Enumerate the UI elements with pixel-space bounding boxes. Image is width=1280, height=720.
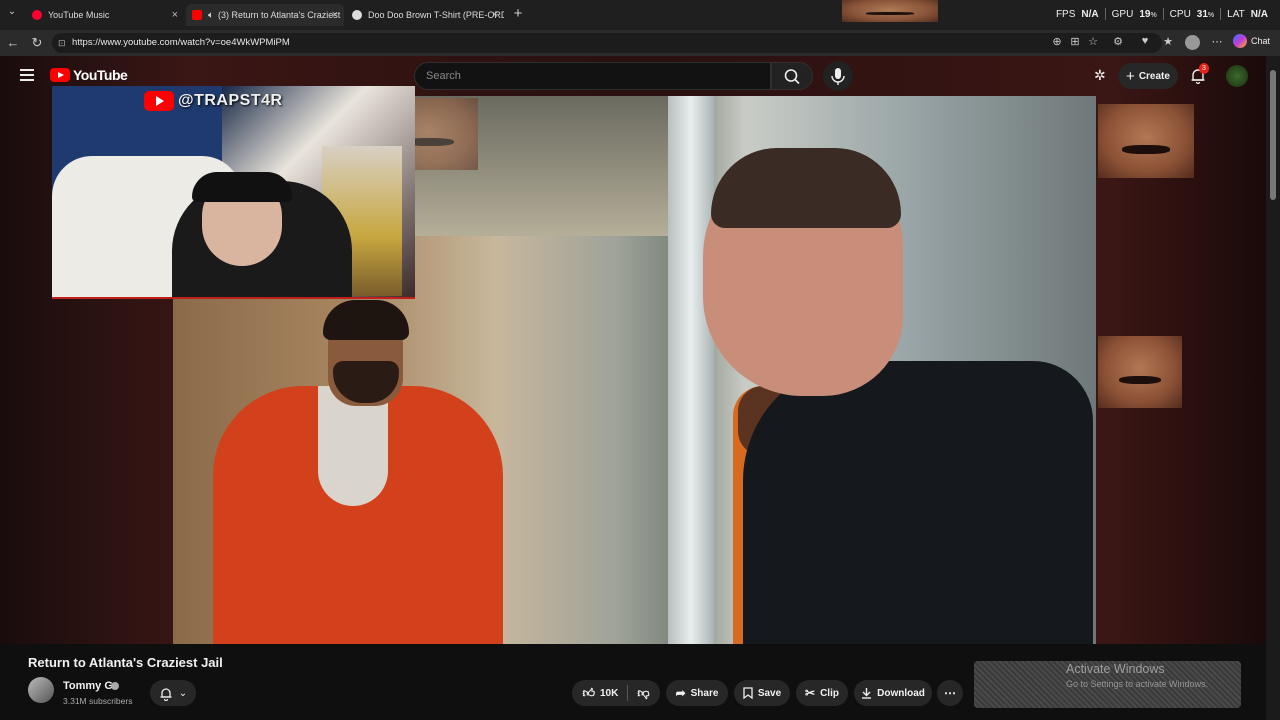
- page-scrollbar-thumb[interactable]: [1270, 70, 1276, 200]
- more-horizontal-icon: ⋯: [944, 686, 956, 700]
- youtube-logo-icon: [50, 68, 70, 82]
- tab-doo-doo-brown[interactable]: Doo Doo Brown T-Shirt (PRE-ORD ×: [346, 4, 504, 26]
- search-input[interactable]: Search: [414, 62, 771, 90]
- cpu-value: 31: [1196, 8, 1208, 20]
- channel-name[interactable]: Tommy G: [63, 680, 113, 692]
- performance-icon[interactable]: ♥: [1137, 35, 1153, 47]
- more-actions-button[interactable]: ⋯: [937, 680, 963, 706]
- menu-hamburger-icon[interactable]: [20, 69, 34, 81]
- apps-icon[interactable]: ⊞: [1067, 35, 1083, 48]
- lat-value: N/A: [1250, 8, 1268, 20]
- fps-value: N/A: [1081, 8, 1099, 20]
- channel-avatar[interactable]: [28, 677, 54, 703]
- browser-tab-bar: ⌄ YouTube Music × 🔈︎ (3) Return to Atlan…: [0, 0, 1280, 30]
- subscriber-count: 3.31M subscribers: [63, 696, 133, 706]
- thumbs-down-icon: 👎︎: [637, 685, 650, 700]
- subscription-bell-button[interactable]: ⌄: [150, 680, 196, 706]
- streamer-facecam: [52, 86, 415, 299]
- verified-badge-icon: [111, 682, 119, 690]
- like-button[interactable]: 👍︎ 10K: [582, 686, 618, 701]
- notifications-button[interactable]: 3: [1190, 63, 1209, 84]
- emote-sticker: [1098, 336, 1182, 408]
- windows-activation-subtitle: Go to Settings to activate Windows.: [1066, 679, 1209, 689]
- refresh-icon[interactable]: ↻: [29, 35, 45, 51]
- download-icon: [862, 688, 872, 699]
- more-options-icon[interactable]: ⋯: [1209, 35, 1225, 48]
- account-avatar[interactable]: [1226, 65, 1248, 87]
- gpu-value: 19: [1139, 8, 1151, 20]
- tab-youtube-music[interactable]: YouTube Music ×: [26, 4, 184, 26]
- windows-activation-title: Activate Windows: [1066, 662, 1165, 676]
- download-button[interactable]: Download: [854, 680, 932, 706]
- youtube-music-favicon-icon: [32, 10, 42, 20]
- speaker-icon[interactable]: 🔈︎: [208, 10, 214, 21]
- dislike-button[interactable]: 👎︎: [637, 686, 649, 701]
- save-button[interactable]: Save: [734, 680, 790, 706]
- share-arrow-icon: ➦: [675, 686, 686, 700]
- search-button[interactable]: [771, 62, 813, 90]
- translate-icon[interactable]: ⊕: [1049, 35, 1065, 48]
- thumbs-up-icon: 👍︎: [582, 685, 595, 700]
- bell-icon: [160, 687, 172, 701]
- copilot-chat-button[interactable]: Chat: [1233, 34, 1270, 48]
- tab-return-to-atlanta[interactable]: 🔈︎ (3) Return to Atlanta's Craziest ×: [186, 4, 344, 26]
- clip-button[interactable]: ✂ Clip: [796, 680, 848, 706]
- favorites-icon[interactable]: ★: [1160, 35, 1176, 48]
- site-info-icon[interactable]: ⊡: [58, 33, 66, 53]
- favorite-star-icon[interactable]: ☆: [1085, 35, 1101, 48]
- extension-gear-icon[interactable]: ✲: [1094, 67, 1106, 84]
- performance-overlay: FPS N/A GPU 19% CPU 31% LAT N/A: [1055, 8, 1268, 20]
- extensions-icon[interactable]: ⚙: [1110, 35, 1126, 48]
- tab-list-chevron-icon[interactable]: ⌄: [4, 6, 20, 17]
- voice-search-button[interactable]: [823, 61, 853, 91]
- youtube-header: YouTube Search ✲ + Create 3: [0, 56, 1266, 96]
- youtube-home-logo[interactable]: YouTube: [50, 67, 128, 83]
- youtube-favicon-icon: [192, 10, 202, 20]
- emote-sticker: [1098, 104, 1194, 178]
- back-arrow-icon[interactable]: ←: [5, 35, 21, 50]
- create-button[interactable]: + Create: [1118, 63, 1178, 89]
- share-button[interactable]: ➦ Share: [666, 680, 728, 706]
- tab-label: Doo Doo Brown T-Shirt (PRE-ORD: [368, 10, 504, 20]
- browser-address-bar: ← ↻ ⊡ https://www.youtube.com/watch?v=oe…: [0, 30, 1280, 56]
- close-tab-icon[interactable]: ×: [172, 9, 178, 21]
- url-field[interactable]: ⊡ https://www.youtube.com/watch?v=oe4WkW…: [52, 33, 1162, 53]
- video-title: Return to Atlanta's Craziest Jail: [28, 655, 223, 670]
- close-tab-icon[interactable]: ×: [492, 9, 498, 21]
- like-dislike-group: 👍︎ 10K 👎︎: [572, 680, 660, 706]
- notification-count-badge: 3: [1199, 63, 1209, 74]
- scissors-icon: ✂: [805, 686, 816, 700]
- tab-label: (3) Return to Atlanta's Craziest: [218, 10, 341, 20]
- copilot-icon: [1233, 34, 1247, 48]
- new-tab-button[interactable]: +: [510, 5, 526, 22]
- bookmark-icon: [743, 687, 753, 699]
- close-tab-icon[interactable]: ×: [332, 9, 338, 21]
- like-count: 10K: [600, 687, 619, 699]
- plus-icon: +: [1126, 67, 1135, 85]
- emote-sticker: [842, 0, 938, 22]
- chevron-down-icon: ⌄: [178, 687, 188, 699]
- profile-avatar[interactable]: [1185, 35, 1200, 50]
- tab-label: YouTube Music: [48, 10, 110, 20]
- search-icon: [784, 69, 800, 85]
- microphone-icon: [831, 68, 845, 85]
- shop-favicon-icon: [352, 10, 362, 20]
